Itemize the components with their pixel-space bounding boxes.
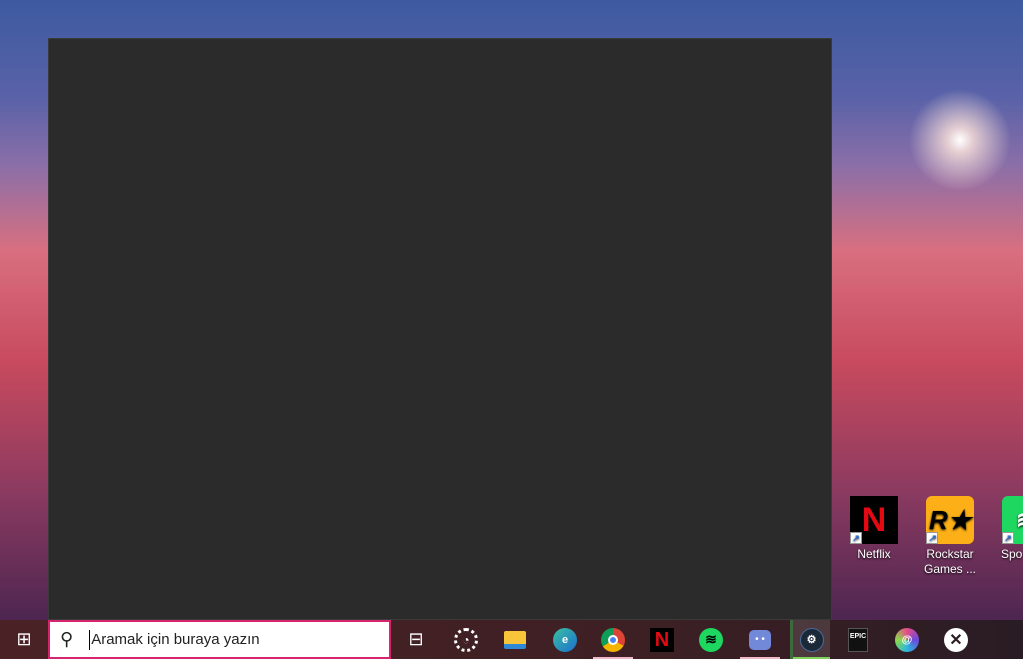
netflix-icon: N	[650, 627, 674, 652]
task-view-button[interactable]: ⊟	[396, 620, 436, 659]
spotify-icon: ≋↗	[1002, 496, 1023, 544]
search-placeholder: Aramak için buraya yazın	[91, 631, 260, 648]
taskbar-steam[interactable]: ⚙	[790, 620, 830, 659]
taskbar-netflix[interactable]: N	[642, 620, 682, 659]
taskbar-epic-games[interactable]: EPIC	[838, 620, 878, 659]
epic-label: EPIC	[849, 632, 867, 640]
taskbar-chrome[interactable]	[593, 620, 633, 659]
folder-icon	[504, 630, 526, 649]
shortcut-arrow-icon: ↗	[850, 532, 862, 544]
taskbar-ubisoft[interactable]: @	[887, 620, 927, 659]
discord-icon: • •	[749, 629, 771, 650]
windows-icon: ⊞	[16, 629, 32, 649]
taskbar-discord[interactable]: • •	[740, 620, 780, 659]
rockstar-icon: R★ ↗	[926, 496, 974, 544]
taskbar-spotify[interactable]: ≋	[691, 620, 731, 659]
taskbar-xbox[interactable]: ✕	[936, 620, 976, 659]
cortana-button[interactable]: ◔	[446, 620, 486, 659]
start-button[interactable]: ⊞	[4, 620, 44, 659]
desktop-icon-spotify[interactable]: ≋↗ Spo	[988, 496, 1023, 562]
shortcut-arrow-icon: ↗	[926, 532, 938, 544]
desktop-icon-label: Rockstar Games ...	[923, 547, 976, 576]
taskbar: ⊞ ⚲ Aramak için buraya yazın ⊟ ◔ e N ≋ •…	[0, 620, 1023, 659]
text-caret	[89, 629, 91, 650]
wallpaper-sun	[900, 80, 1020, 200]
netflix-icon: N ↗	[850, 496, 898, 544]
xbox-icon: ✕	[944, 627, 968, 652]
desktop-icon-label: Netflix	[857, 547, 891, 561]
taskbar-edge[interactable]: e	[545, 620, 585, 659]
search-box[interactable]: ⚲ Aramak için buraya yazın	[48, 620, 391, 659]
edge-icon: e	[553, 627, 577, 652]
task-view-icon: ⊟	[408, 629, 424, 649]
desktop-icon-rockstar[interactable]: R★ ↗ Rockstar Games ...	[912, 496, 988, 577]
taskbar-file-explorer[interactable]	[495, 620, 535, 659]
chrome-icon	[601, 627, 625, 652]
steam-icon: ⚙	[799, 627, 824, 652]
cortana-icon: ◔	[454, 627, 478, 652]
epic-games-icon: EPIC	[848, 627, 868, 652]
search-icon: ⚲	[60, 629, 74, 649]
spotify-icon: ≋	[699, 627, 723, 652]
blank-app-window[interactable]	[48, 38, 832, 620]
shortcut-arrow-icon: ↗	[1002, 532, 1014, 544]
ubisoft-icon: @	[895, 627, 919, 652]
desktop-icon-netflix[interactable]: N ↗ Netflix	[836, 496, 912, 562]
desktop-icon-label: Spo	[1001, 547, 1023, 561]
